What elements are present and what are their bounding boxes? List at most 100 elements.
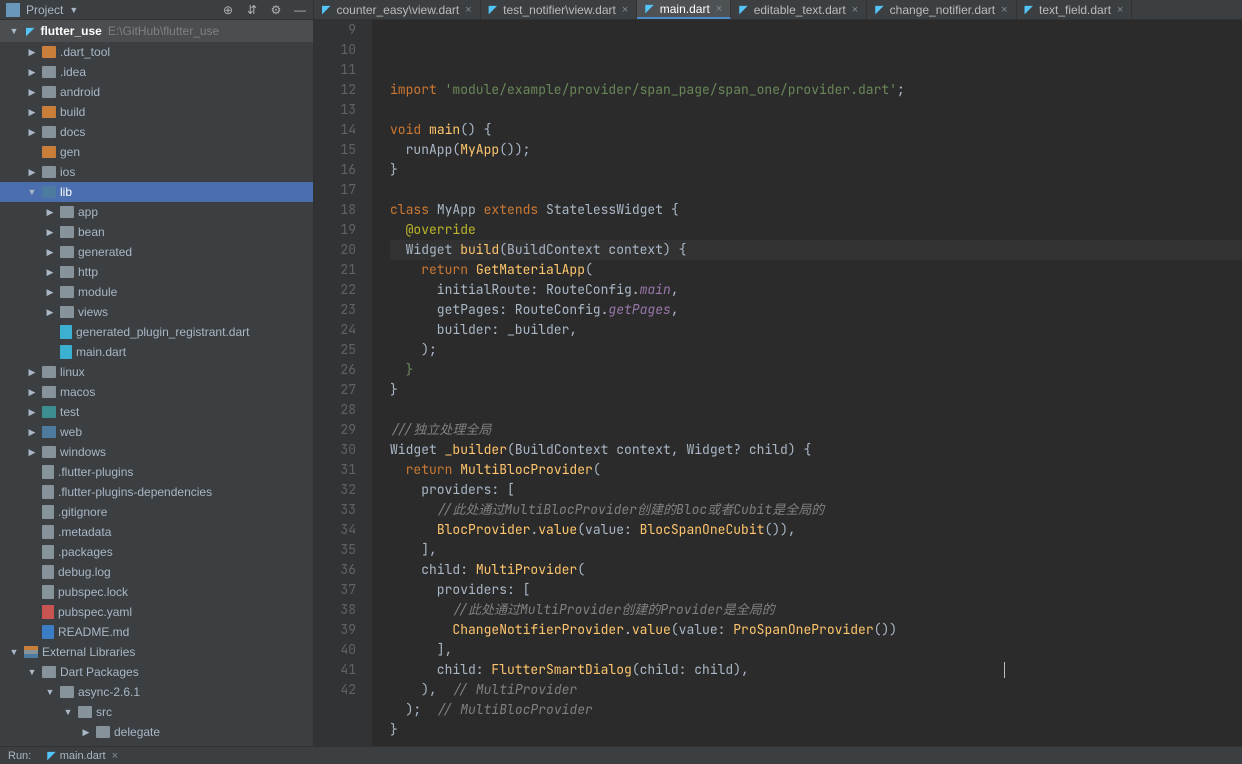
- tree-item[interactable]: ▶linux: [0, 362, 313, 382]
- tree-item-label: windows: [60, 445, 106, 459]
- tree-item[interactable]: ▶views: [0, 302, 313, 322]
- close-icon[interactable]: ×: [465, 4, 471, 16]
- settings-icon[interactable]: ⚙: [269, 3, 283, 17]
- tree-item[interactable]: ▶test: [0, 402, 313, 422]
- code-line: }: [390, 360, 1242, 380]
- tree-item-label: generated_plugin_registrant.dart: [76, 325, 249, 339]
- flutter-icon: ◤: [47, 749, 55, 762]
- close-icon[interactable]: ×: [716, 3, 722, 15]
- tree-item[interactable]: .gitignore: [0, 502, 313, 522]
- line-number: 15: [314, 140, 356, 160]
- tree-item[interactable]: ▶android: [0, 82, 313, 102]
- tree-item[interactable]: .flutter-plugins-dependencies: [0, 482, 313, 502]
- project-path: E:\GitHub\flutter_use: [108, 24, 219, 38]
- chevron-right-icon: ▶: [44, 207, 56, 218]
- code-line: [390, 100, 1242, 120]
- editor-tab[interactable]: ◤text_field.dart×: [1017, 0, 1133, 19]
- editor-tab[interactable]: ◤change_notifier.dart×: [867, 0, 1016, 19]
- dart-file-icon: ◤: [739, 3, 747, 16]
- tree-item[interactable]: ▶windows: [0, 442, 313, 462]
- tree-item[interactable]: ▶bean: [0, 222, 313, 242]
- tree-item[interactable]: ▼Dart Packages: [0, 662, 313, 682]
- editor-tab[interactable]: ◤test_notifier\view.dart×: [481, 0, 638, 19]
- code-line: return MultiBlocProvider(: [390, 460, 1242, 480]
- file-tree[interactable]: ▶.dart_tool▶.idea▶android▶build▶docsgen▶…: [0, 42, 313, 746]
- editor-tab[interactable]: ◤main.dart×: [637, 0, 731, 19]
- tree-item[interactable]: .packages: [0, 542, 313, 562]
- tree-item[interactable]: README.md: [0, 622, 313, 642]
- code-line: getPages: RouteConfig.getPages,: [390, 300, 1242, 320]
- close-icon[interactable]: ×: [622, 4, 628, 16]
- tree-item[interactable]: pubspec.lock: [0, 582, 313, 602]
- tree-item[interactable]: ▶http: [0, 262, 313, 282]
- tree-item-label: ios: [60, 165, 75, 179]
- code-line: //此处通过MultiBlocProvider创建的Bloc或者Cubit是全局…: [390, 500, 1242, 520]
- folder-icon: [42, 366, 56, 378]
- file-icon: [42, 625, 54, 639]
- tree-item[interactable]: main.dart: [0, 342, 313, 362]
- locate-icon[interactable]: ⊕: [221, 3, 235, 17]
- tree-item[interactable]: ▼External Libraries: [0, 642, 313, 662]
- tree-item-label: debug.log: [58, 565, 111, 579]
- folder-icon: [60, 266, 74, 278]
- tree-item[interactable]: ▶generated: [0, 242, 313, 262]
- chevron-right-icon: ▶: [26, 47, 38, 58]
- line-number: 14: [314, 120, 356, 140]
- tree-item[interactable]: pubspec.yaml: [0, 602, 313, 622]
- tree-item[interactable]: debug.log: [0, 562, 313, 582]
- dropdown-arrow-icon[interactable]: ▼: [69, 5, 78, 15]
- tree-item-label: app: [78, 205, 98, 219]
- tree-item[interactable]: ▶web: [0, 422, 313, 442]
- folder-icon: [42, 666, 56, 678]
- editor-tab[interactable]: ◤editable_text.dart×: [731, 0, 867, 19]
- tree-item[interactable]: ▶delegate: [0, 722, 313, 742]
- close-icon[interactable]: ×: [112, 750, 118, 762]
- folder-icon: [42, 166, 56, 178]
- chevron-right-icon: ▶: [26, 87, 38, 98]
- expand-icon[interactable]: ⇵: [245, 3, 259, 17]
- tree-item[interactable]: ▼lib: [0, 182, 313, 202]
- code-line: ],: [390, 640, 1242, 660]
- code-editor[interactable]: 9101112131415161718192021222324252627282…: [314, 20, 1242, 746]
- tree-item[interactable]: ▶ app: [0, 202, 313, 222]
- code-content[interactable]: import 'module/example/provider/span_pag…: [372, 20, 1242, 746]
- tree-item[interactable]: ▶macos: [0, 382, 313, 402]
- tree-item[interactable]: .flutter-plugins: [0, 462, 313, 482]
- folder-icon: [42, 146, 56, 158]
- tree-item[interactable]: ▶module: [0, 282, 313, 302]
- tree-item-label: Dart Packages: [60, 665, 139, 679]
- line-number: 26: [314, 360, 356, 380]
- tree-item[interactable]: ▼async-2.6.1: [0, 682, 313, 702]
- close-icon[interactable]: ×: [1117, 4, 1123, 16]
- tree-item[interactable]: ▶docs: [0, 122, 313, 142]
- chevron-down-icon: ▼: [26, 187, 38, 197]
- chevron-right-icon: ▶: [44, 307, 56, 318]
- code-line: //此处通过MultiProvider创建的Provider是全局的: [390, 600, 1242, 620]
- tree-item-label: delegate: [114, 725, 160, 739]
- tree-item[interactable]: ▶.idea: [0, 62, 313, 82]
- code-line: }: [390, 720, 1242, 740]
- code-line: [390, 400, 1242, 420]
- close-icon[interactable]: ×: [1001, 4, 1007, 16]
- editor-tab[interactable]: ◤counter_easy\view.dart×: [314, 0, 481, 19]
- file-icon: [42, 565, 54, 579]
- tree-item[interactable]: gen: [0, 142, 313, 162]
- code-line: [390, 180, 1242, 200]
- project-root[interactable]: ▼ ◤ flutter_use E:\GitHub\flutter_use: [0, 20, 313, 42]
- line-number: 37: [314, 580, 356, 600]
- close-icon[interactable]: ×: [852, 4, 858, 16]
- line-number: 42: [314, 680, 356, 700]
- dart-file-icon: ◤: [322, 3, 330, 16]
- run-config[interactable]: main.dart: [60, 750, 106, 762]
- tree-item-label: http: [78, 265, 98, 279]
- hide-icon[interactable]: —: [293, 3, 307, 17]
- tree-item[interactable]: ▶build: [0, 102, 313, 122]
- tree-item[interactable]: ▼src: [0, 702, 313, 722]
- line-number: 27: [314, 380, 356, 400]
- code-line: child: MultiProvider(: [390, 560, 1242, 580]
- tree-item[interactable]: .metadata: [0, 522, 313, 542]
- tree-item[interactable]: ▶ios: [0, 162, 313, 182]
- tree-item[interactable]: ▶.dart_tool: [0, 42, 313, 62]
- tree-item[interactable]: generated_plugin_registrant.dart: [0, 322, 313, 342]
- code-line: }: [390, 160, 1242, 180]
